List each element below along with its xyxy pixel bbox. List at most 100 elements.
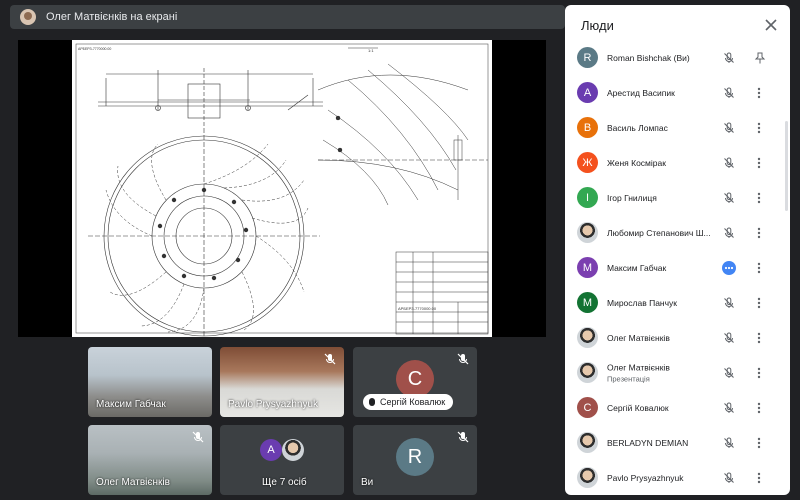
- person-avatar: В: [577, 117, 598, 138]
- tile-name: Ви: [361, 477, 374, 488]
- more-vert-icon[interactable]: [757, 297, 761, 309]
- person-name: Pavlo Prysyazhnyuk: [607, 473, 719, 483]
- more-vert-icon[interactable]: [757, 437, 761, 449]
- mic-off-icon[interactable]: [723, 402, 735, 414]
- mic-off-icon[interactable]: [723, 157, 735, 169]
- mic-off-icon: [324, 353, 336, 365]
- person-name: Ігор Гнилиця: [607, 193, 719, 203]
- mic-off-icon[interactable]: [723, 192, 735, 204]
- more-horiz-icon[interactable]: [722, 260, 736, 275]
- mic-off-icon[interactable]: [723, 297, 735, 309]
- person-subtitle: Презентація: [607, 374, 650, 383]
- self-tile[interactable]: R Ви: [353, 425, 477, 495]
- mic-off-icon: [457, 431, 469, 443]
- people-list-item[interactable]: Любомир Степанович Ш...: [565, 215, 790, 250]
- people-list-item[interactable]: Pavlo Prysyazhnyuk: [565, 460, 790, 495]
- mic-off-icon[interactable]: [723, 332, 735, 344]
- close-icon[interactable]: [764, 18, 778, 32]
- people-list-item[interactable]: Олег Матвієнків Презентація: [565, 355, 790, 390]
- presenter-avatar: [20, 9, 36, 25]
- mic-off-icon[interactable]: [723, 472, 735, 484]
- person-name: Олег Матвієнків: [607, 333, 719, 343]
- person-name: Мирослав Панчук: [607, 298, 719, 308]
- mic-off-icon: [192, 431, 204, 443]
- panel-header: Люди: [565, 5, 790, 45]
- speaker-pill: Сергій Ковалюк: [363, 394, 454, 410]
- person-name-text: Pavlo Prysyazhnyuk: [607, 472, 684, 483]
- person-avatar: А: [577, 82, 598, 103]
- pin-icon[interactable]: [754, 52, 766, 64]
- person-name-text: Олег Матвієнків: [607, 362, 670, 372]
- participant-tile[interactable]: Олег Матвієнків: [88, 425, 212, 495]
- person-avatar: [577, 467, 598, 488]
- drawing-code: АРБЕРЗ-7770000.00: [398, 306, 437, 311]
- person-avatar: [577, 362, 598, 383]
- more-vert-icon[interactable]: [757, 262, 761, 274]
- more-vert-icon[interactable]: [757, 332, 761, 344]
- tile-avatar: А: [260, 439, 282, 461]
- person-name-text: Любомир Степанович Ш...: [607, 227, 711, 238]
- person-avatar: [577, 432, 598, 453]
- more-vert-icon[interactable]: [757, 472, 761, 484]
- mic-off-icon[interactable]: [723, 367, 735, 379]
- mic-off-icon[interactable]: [723, 87, 735, 99]
- person-avatar: [577, 327, 598, 348]
- tile-avatar-photo: [282, 439, 304, 461]
- more-participants-tile[interactable]: А Ще 7 осіб: [220, 425, 344, 495]
- tile-avatar: С: [396, 360, 434, 398]
- presenter-bar[interactable]: Олег Матвієнків на екрані: [10, 5, 565, 29]
- mic-off-icon: [457, 353, 469, 365]
- person-name-text: Мирослав Панчук: [607, 297, 678, 308]
- people-list-item[interactable]: Олег Матвієнків: [565, 320, 790, 355]
- more-vert-icon[interactable]: [757, 402, 761, 414]
- mic-off-icon[interactable]: [723, 122, 735, 134]
- meeting-stage: Олег Матвієнків на екрані АРБЕРЗ-7770000…: [0, 0, 800, 500]
- mic-off-icon[interactable]: [723, 227, 735, 239]
- people-list-item[interactable]: С Сергій Ковалюк: [565, 390, 790, 425]
- more-vert-icon[interactable]: [757, 122, 761, 134]
- person-name: Арестид Васипик: [607, 88, 719, 98]
- person-avatar: R: [577, 47, 598, 68]
- participant-tile[interactable]: Максим Габчак: [88, 347, 212, 417]
- people-list-item[interactable]: В Василь Ломпас: [565, 110, 790, 145]
- person-avatar: С: [577, 397, 598, 418]
- people-list-item[interactable]: А Арестид Васипик: [565, 75, 790, 110]
- people-panel: Люди R Roman Bishchak (Ви) А Арестид Васипи…: [565, 5, 790, 495]
- person-name: Максим Габчак: [607, 263, 719, 273]
- panel-title: Люди: [581, 17, 614, 33]
- presenter-text: Олег Матвієнків на екрані: [46, 11, 178, 23]
- cad-drawing: АРБЕРЗ-7770000.00 АРБЕРЗ-7770000.00 1:1: [72, 40, 492, 337]
- mic-off-icon[interactable]: [723, 52, 735, 64]
- person-name-text: Олег Матвієнків: [607, 332, 670, 343]
- tile-name: Максим Габчак: [96, 399, 166, 410]
- more-vert-icon[interactable]: [757, 367, 761, 379]
- person-name-text: Арестид Васипик: [607, 87, 675, 98]
- person-name: BERLADYN DEMIAN: [607, 438, 719, 448]
- tile-name: Олег Матвієнків: [96, 477, 170, 488]
- people-list-item[interactable]: Ж Женя Космірак: [565, 145, 790, 180]
- participant-tile[interactable]: Pavlo Prysyazhnyuk: [220, 347, 344, 417]
- person-name: Женя Космірак: [607, 158, 719, 168]
- people-list-item[interactable]: І Ігор Гнилиця: [565, 180, 790, 215]
- people-list-item[interactable]: М Максим Габчак: [565, 250, 790, 285]
- tile-avatar: R: [396, 438, 434, 476]
- person-name: Roman Bishchak (Ви): [607, 53, 719, 63]
- person-name-text: Женя Космірак: [607, 157, 666, 168]
- people-list-item[interactable]: М Мирослав Панчук: [565, 285, 790, 320]
- tile-name: Ще 7 осіб: [262, 477, 307, 488]
- more-vert-icon[interactable]: [757, 192, 761, 204]
- speaking-icon: [369, 398, 375, 406]
- people-list-item[interactable]: BERLADYN DEMIAN: [565, 425, 790, 460]
- person-name: Сергій Ковалюк: [607, 403, 719, 413]
- person-name-text: Roman Bishchak (Ви): [607, 52, 690, 63]
- person-name-text: Василь Ломпас: [607, 122, 668, 133]
- people-list-item[interactable]: R Roman Bishchak (Ви): [565, 40, 790, 75]
- more-vert-icon[interactable]: [757, 87, 761, 99]
- person-avatar: І: [577, 187, 598, 208]
- person-avatar: М: [577, 257, 598, 278]
- more-vert-icon[interactable]: [757, 227, 761, 239]
- person-name: Василь Ломпас: [607, 123, 719, 133]
- participant-tile[interactable]: С Сергій Ковалюк: [353, 347, 477, 417]
- more-vert-icon[interactable]: [757, 157, 761, 169]
- mic-off-icon[interactable]: [723, 437, 735, 449]
